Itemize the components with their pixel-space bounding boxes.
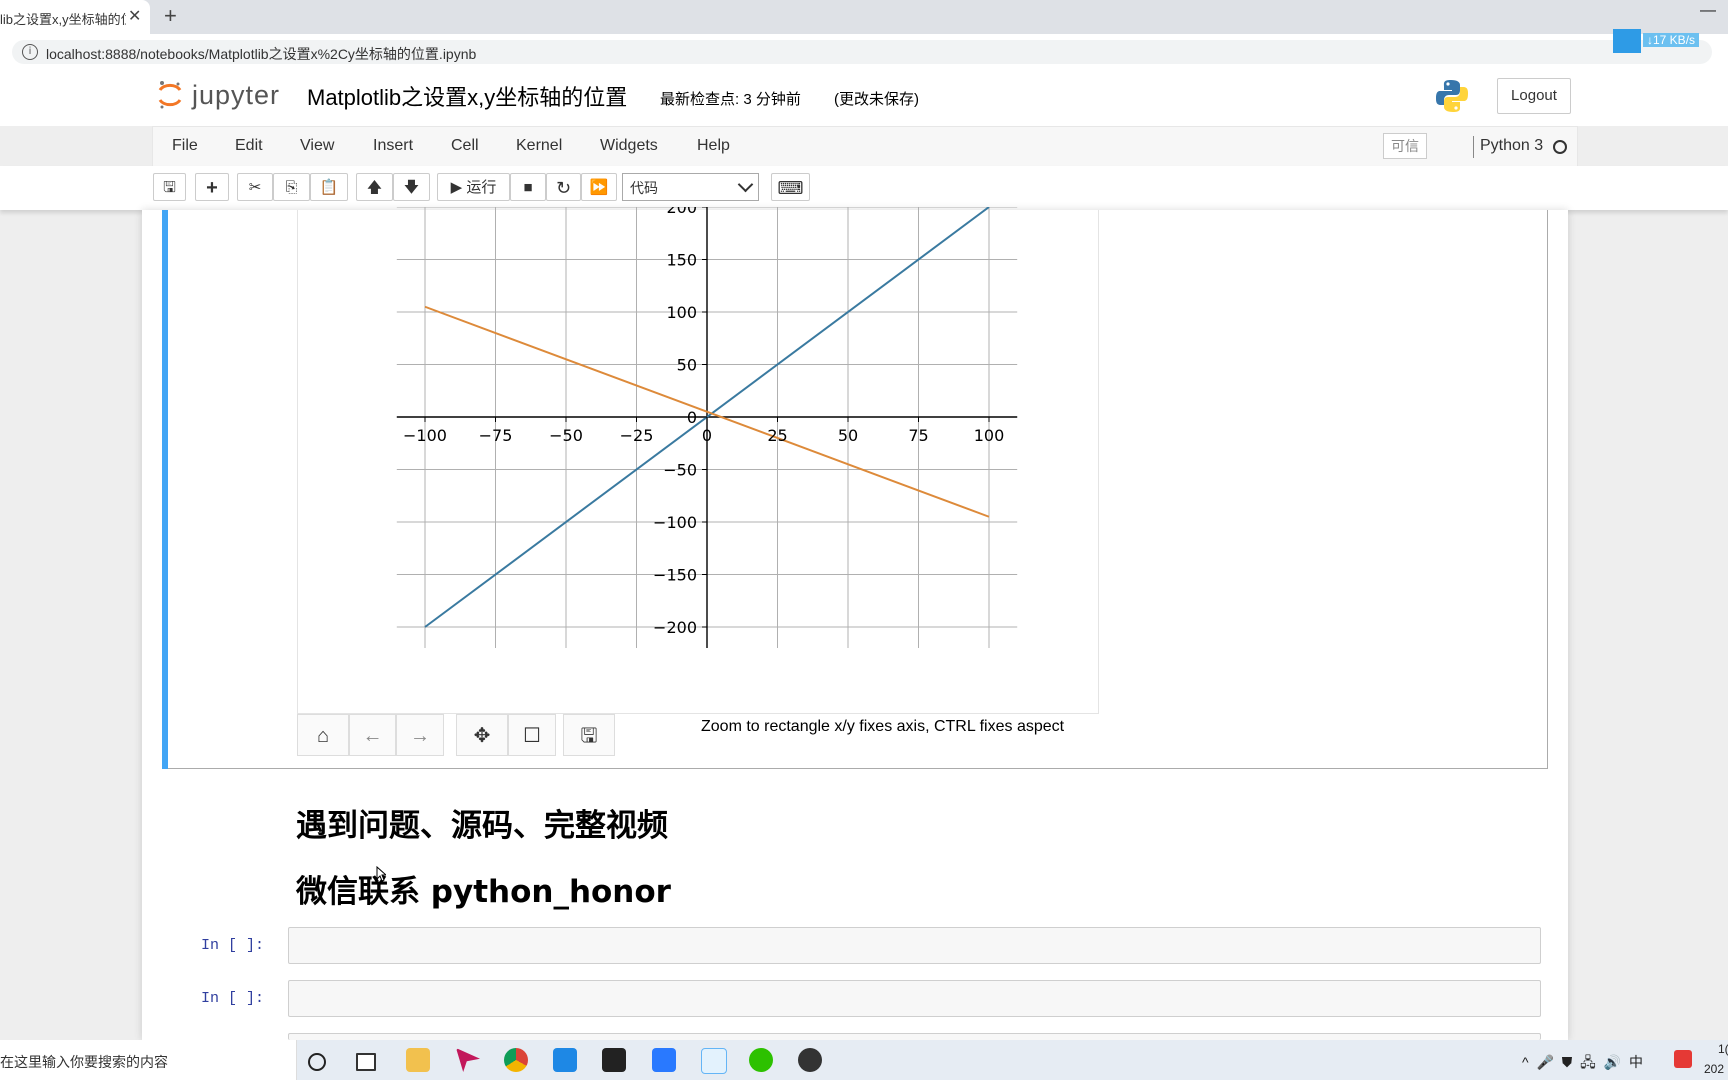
net-speed-badge-icon [1613, 29, 1641, 53]
x-tick-label: 75 [908, 426, 928, 445]
x-tick-label: 100 [974, 426, 1005, 445]
save-button[interactable]: 🖫 [153, 173, 186, 201]
figure-status-message: Zoom to rectangle x/y fixes axis, CTRL f… [701, 718, 1065, 735]
markdown-heading-2: 微信联系 python_honor [296, 874, 671, 910]
menu-kernel[interactable]: Kernel [516, 137, 562, 155]
clock-time[interactable]: 1( [1718, 1042, 1728, 1056]
baidu-netdisk-icon[interactable] [701, 1048, 727, 1074]
jupyter-logo-text[interactable]: jupyter [192, 80, 280, 111]
y-tick-label: −200 [653, 618, 697, 637]
mouse-cursor-icon [376, 866, 386, 882]
x-tick-label: 50 [838, 426, 858, 445]
checkpoint-status: 最新检查点: 3 分钟前 [660, 91, 801, 108]
taskbar-search-placeholder[interactable]: 在这里输入你要搜索的内容 [0, 1052, 168, 1072]
code-cell-input[interactable] [288, 1033, 1541, 1040]
cell-type-select[interactable]: 代码 [622, 173, 759, 201]
net-speed-indicator: ↓17 KB/s [1643, 33, 1700, 47]
keyboard-shortcuts-button[interactable]: ⌨ [771, 173, 810, 201]
cell-prompt: In [ ]: [201, 990, 265, 1007]
y-tick-label: −50 [663, 461, 697, 480]
x-tick-label: −75 [479, 426, 513, 445]
menu-cell[interactable]: Cell [451, 137, 479, 155]
restart-run-all-button[interactable]: ⏩ [581, 173, 617, 201]
info-icon[interactable]: i [22, 44, 38, 60]
restart-button[interactable]: ↻ [546, 173, 581, 201]
file-explorer-icon[interactable] [406, 1048, 430, 1072]
notebook-title[interactable]: Matplotlib之设置x,y坐标轴的位置 [307, 80, 627, 112]
new-tab-icon[interactable]: + [164, 3, 177, 29]
url-text[interactable]: localhost:8888/notebooks/Matplotlib之设置x%… [46, 44, 476, 64]
kernel-idle-icon [1553, 140, 1567, 154]
input-method-icon[interactable] [1674, 1050, 1692, 1068]
menu-widgets[interactable]: Widgets [600, 137, 658, 155]
y-tick-label: 150 [666, 251, 697, 270]
x-tick-label: −50 [549, 426, 583, 445]
x-tick-label: −25 [620, 426, 654, 445]
pan-button[interactable]: ✥ [456, 714, 508, 756]
python-logo-icon [1436, 80, 1468, 112]
jupyter-logo-icon[interactable] [158, 80, 182, 110]
markdown-heading-1: 遇到问题、源码、完整视频 [296, 808, 668, 844]
browser-tab-bar [0, 0, 1728, 34]
menubar [152, 126, 1578, 168]
y-tick-label: −150 [653, 566, 697, 585]
menu-edit[interactable]: Edit [235, 137, 263, 155]
zoom-rect-button[interactable]: ☐ [508, 714, 556, 756]
app-bird-icon[interactable] [652, 1048, 676, 1072]
security-shield-icon[interactable] [553, 1048, 577, 1072]
add-cell-button[interactable]: + [195, 173, 229, 201]
kernel-separator [1473, 136, 1474, 158]
move-down-button[interactable]: 🡇 [393, 173, 430, 201]
cell-prompt: In [ ]: [201, 937, 265, 954]
tab-close-icon[interactable]: ✕ [128, 6, 141, 26]
cell-selection-bar [162, 210, 168, 769]
x-tick-label: 0 [702, 426, 712, 445]
line-chart[interactable]: −100 −75 −50 −25 0 25 50 75 100 −200 −150 −100 −50 0 5… [380, 207, 1025, 657]
trusted-indicator[interactable]: 可信 [1383, 133, 1427, 159]
obs-icon[interactable] [798, 1048, 822, 1072]
minimize-icon[interactable]: — [1700, 2, 1716, 20]
cut-button[interactable]: ✂ [237, 173, 273, 201]
wechat-icon[interactable] [749, 1048, 773, 1072]
code-cell-input[interactable] [288, 927, 1541, 964]
move-up-button[interactable]: 🡅 [356, 173, 393, 201]
terminal-icon[interactable] [602, 1048, 626, 1072]
autosave-status: (更改未保存) [834, 91, 919, 108]
logout-button[interactable]: Logout [1497, 78, 1571, 114]
forward-button[interactable]: → [396, 714, 444, 756]
system-tray[interactable]: ^ 🎤 ⛊ 🖧 🔊 中 [1522, 1052, 1645, 1076]
code-cell-input[interactable] [288, 980, 1541, 1017]
chrome-icon[interactable] [504, 1048, 528, 1072]
chart-ticks: −100 −75 −50 −25 0 25 50 75 100 −200 −150 −100 −50 0 5… [403, 207, 1004, 637]
y-tick-label: 100 [666, 303, 697, 322]
y-tick-label: 200 [666, 207, 697, 217]
browser-tab-title[interactable]: lib之设置x,y坐标轴的位 [0, 9, 126, 28]
y-tick-label: 50 [677, 356, 697, 375]
back-button[interactable]: ← [349, 714, 396, 756]
task-view-icon[interactable] [356, 1053, 376, 1071]
menu-file[interactable]: File [172, 137, 198, 155]
x-tick-label: −100 [403, 426, 447, 445]
copy-button[interactable]: ⎘ [273, 173, 310, 201]
interrupt-button[interactable]: ■ [510, 173, 546, 201]
kernel-name[interactable]: Python 3 [1480, 137, 1543, 155]
clock-date[interactable]: 202 [1704, 1062, 1724, 1076]
home-button[interactable]: ⌂ [297, 714, 349, 756]
menu-view[interactable]: View [300, 137, 334, 155]
paste-button[interactable]: 📋 [310, 173, 348, 201]
x-tick-label: 25 [767, 426, 787, 445]
run-button[interactable]: ▶ 运行 [437, 173, 510, 201]
save-figure-button[interactable]: 🖫 [563, 714, 615, 756]
y-tick-label: −100 [653, 513, 697, 532]
menu-help[interactable]: Help [697, 137, 730, 155]
y-tick-label: 0 [687, 408, 697, 427]
cortana-icon[interactable] [308, 1053, 326, 1071]
menu-insert[interactable]: Insert [373, 137, 413, 155]
